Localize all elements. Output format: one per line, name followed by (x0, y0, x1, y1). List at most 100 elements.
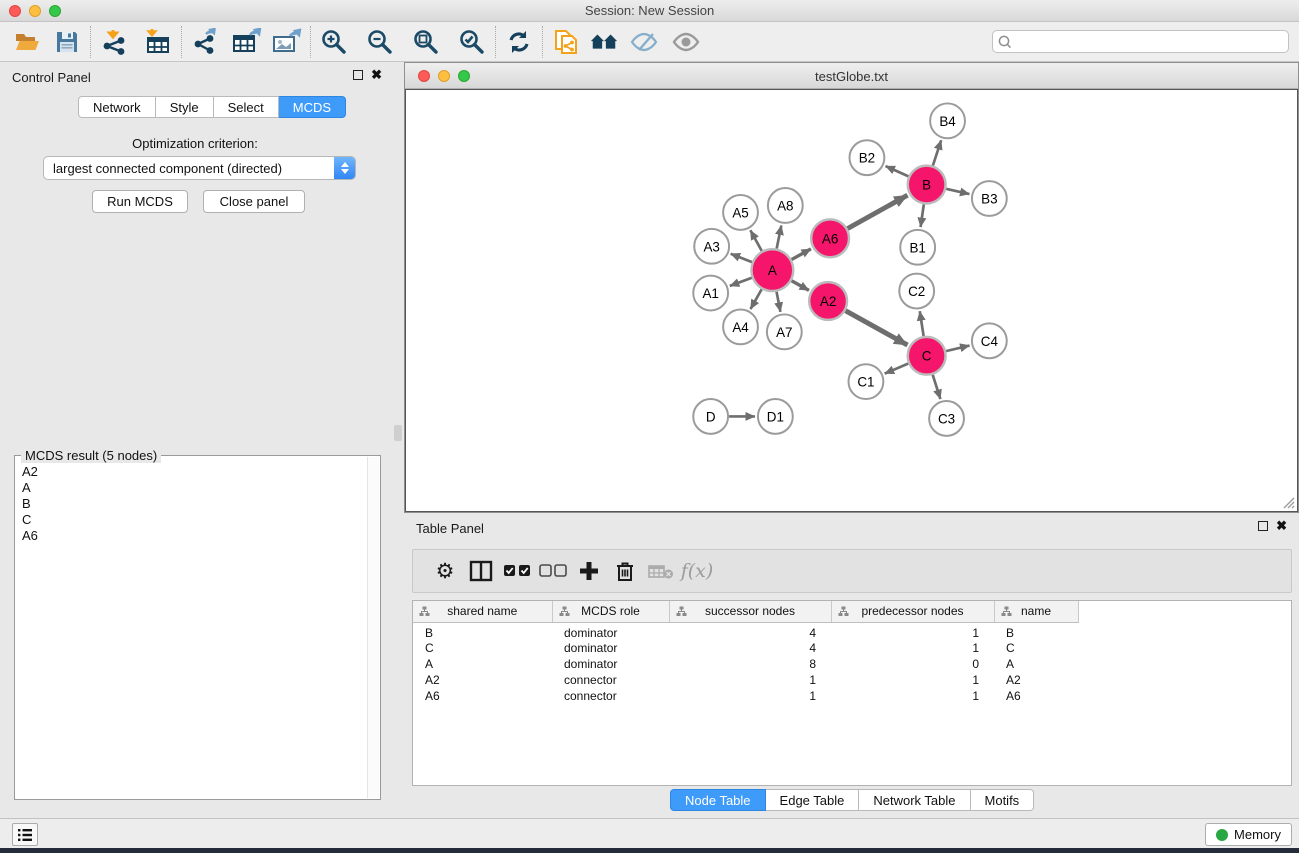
new-network-from-selection-icon[interactable] (551, 27, 581, 57)
edge-A-A5[interactable] (750, 230, 761, 251)
close-table-panel-icon[interactable]: ✖ (1276, 521, 1287, 531)
column-header-predecessor-nodes[interactable]: predecessor nodes (831, 601, 994, 622)
result-item-a2[interactable]: A2 (17, 464, 366, 480)
cell-mcds-role[interactable]: dominator (552, 640, 669, 656)
column-header-name[interactable]: name (994, 601, 1078, 622)
export-image-icon[interactable] (272, 27, 302, 57)
tab-select[interactable]: Select (214, 96, 279, 118)
close-panel-icon[interactable]: ✖ (371, 70, 382, 80)
close-panel-button[interactable]: Close panel (203, 190, 305, 213)
save-session-icon[interactable] (52, 27, 82, 57)
cell-predecessor-nodes[interactable]: 1 (831, 672, 994, 688)
column-header-successor-nodes[interactable]: successor nodes (669, 601, 831, 622)
deselect-all-rows-icon[interactable] (535, 556, 571, 586)
table-row[interactable]: A2connector11A2 (413, 672, 1291, 688)
tab-motifs[interactable]: Motifs (971, 789, 1035, 811)
zoom-selected-icon[interactable] (457, 27, 487, 57)
network-window-titlebar[interactable]: testGlobe.txt (405, 63, 1298, 89)
cell-predecessor-nodes[interactable]: 1 (831, 640, 994, 656)
search-input[interactable] (1017, 31, 1288, 52)
cell-successor-nodes[interactable]: 4 (669, 640, 831, 656)
result-item-c[interactable]: C (17, 512, 366, 528)
cell-successor-nodes[interactable]: 4 (669, 622, 831, 640)
mcds-result-list[interactable]: A2ABCA6 (17, 464, 366, 797)
cell-name[interactable]: B (994, 622, 1078, 640)
zoom-out-icon[interactable] (365, 27, 395, 57)
first-neighbors-icon[interactable] (589, 27, 619, 57)
cell-mcds-role[interactable]: dominator (552, 622, 669, 640)
cell-mcds-role[interactable]: connector (552, 672, 669, 688)
cell-predecessor-nodes[interactable]: 1 (831, 622, 994, 640)
edge-A-A2[interactable] (792, 281, 809, 291)
tab-network[interactable]: Network (78, 96, 156, 118)
edge-B-B2[interactable] (886, 166, 909, 176)
task-history-button[interactable] (12, 823, 38, 846)
result-item-a6[interactable]: A6 (17, 528, 366, 544)
cell-name[interactable]: C (994, 640, 1078, 656)
hide-selected-icon[interactable] (629, 27, 659, 57)
vertical-splitter-handle[interactable] (394, 425, 402, 441)
run-mcds-button[interactable]: Run MCDS (92, 190, 188, 213)
export-table-icon[interactable] (232, 27, 262, 57)
show-all-icon[interactable] (671, 27, 701, 57)
table-row[interactable]: Bdominator41B (413, 622, 1291, 640)
edge-A-A4[interactable] (751, 289, 762, 309)
cell-successor-nodes[interactable]: 1 (669, 672, 831, 688)
cell-mcds-role[interactable]: dominator (552, 656, 669, 672)
edge-A-A8[interactable] (777, 225, 782, 248)
table-settings-icon[interactable]: ⚙ (427, 556, 463, 586)
edge-A-A3[interactable] (731, 254, 752, 262)
cell-shared-name[interactable]: A (413, 656, 552, 672)
column-visibility-icon[interactable] (463, 556, 499, 586)
cell-predecessor-nodes[interactable]: 1 (831, 688, 994, 704)
edge-A6-B[interactable] (847, 195, 907, 228)
cell-mcds-role[interactable]: connector (552, 688, 669, 704)
search-field[interactable] (992, 30, 1289, 53)
result-scrollbar[interactable] (367, 457, 379, 798)
edge-C-C4[interactable] (946, 346, 969, 352)
refresh-icon[interactable] (504, 27, 534, 57)
cell-shared-name[interactable]: B (413, 622, 552, 640)
cell-shared-name[interactable]: C (413, 640, 552, 656)
export-network-icon[interactable] (190, 27, 220, 57)
cell-name[interactable]: A (994, 656, 1078, 672)
import-network-icon[interactable] (99, 27, 129, 57)
tab-edge-table[interactable]: Edge Table (766, 789, 860, 811)
cell-successor-nodes[interactable]: 1 (669, 688, 831, 704)
edge-A-A7[interactable] (777, 292, 781, 312)
criterion-dropdown[interactable]: largest connected component (directed) (43, 156, 356, 180)
edge-C-C2[interactable] (920, 311, 924, 336)
import-table-icon[interactable] (143, 27, 173, 57)
cell-name[interactable]: A6 (994, 688, 1078, 704)
edge-B-B3[interactable] (946, 189, 969, 194)
table-row[interactable]: Adominator80A (413, 656, 1291, 672)
node-table-header[interactable]: shared nameMCDS rolesuccessor nodesprede… (413, 601, 1291, 622)
float-panel-icon[interactable] (353, 70, 363, 80)
tab-style[interactable]: Style (156, 96, 214, 118)
float-table-panel-icon[interactable] (1258, 521, 1268, 531)
cell-name[interactable]: A2 (994, 672, 1078, 688)
select-all-rows-icon[interactable] (499, 556, 535, 586)
resize-grip-icon[interactable] (1282, 496, 1295, 509)
column-header-mcds-role[interactable]: MCDS role (552, 601, 669, 622)
edge-A-A6[interactable] (792, 249, 811, 260)
cell-shared-name[interactable]: A6 (413, 688, 552, 704)
tab-mcds[interactable]: MCDS (279, 96, 346, 118)
edge-C-C3[interactable] (933, 375, 941, 399)
open-session-icon[interactable] (12, 27, 42, 57)
cell-successor-nodes[interactable]: 8 (669, 656, 831, 672)
table-row[interactable]: A6connector11A6 (413, 688, 1291, 704)
edge-C-C1[interactable] (885, 364, 909, 374)
zoom-fit-icon[interactable] (411, 27, 441, 57)
network-graph[interactable]: AA5A8A3A1A4A7A6A2BB2B4B3B1C2CC1C4C3DD1 (406, 90, 1297, 511)
memory-button[interactable]: Memory (1205, 823, 1292, 846)
zoom-in-icon[interactable] (319, 27, 349, 57)
edge-B-B4[interactable] (933, 140, 941, 165)
table-row[interactable]: Cdominator41C (413, 640, 1291, 656)
edge-A2-C[interactable] (846, 311, 908, 345)
column-header-shared-name[interactable]: shared name (413, 601, 552, 622)
edge-A-A1[interactable] (730, 278, 752, 286)
tab-node-table[interactable]: Node Table (670, 789, 766, 811)
tab-network-table[interactable]: Network Table (859, 789, 970, 811)
cell-predecessor-nodes[interactable]: 0 (831, 656, 994, 672)
